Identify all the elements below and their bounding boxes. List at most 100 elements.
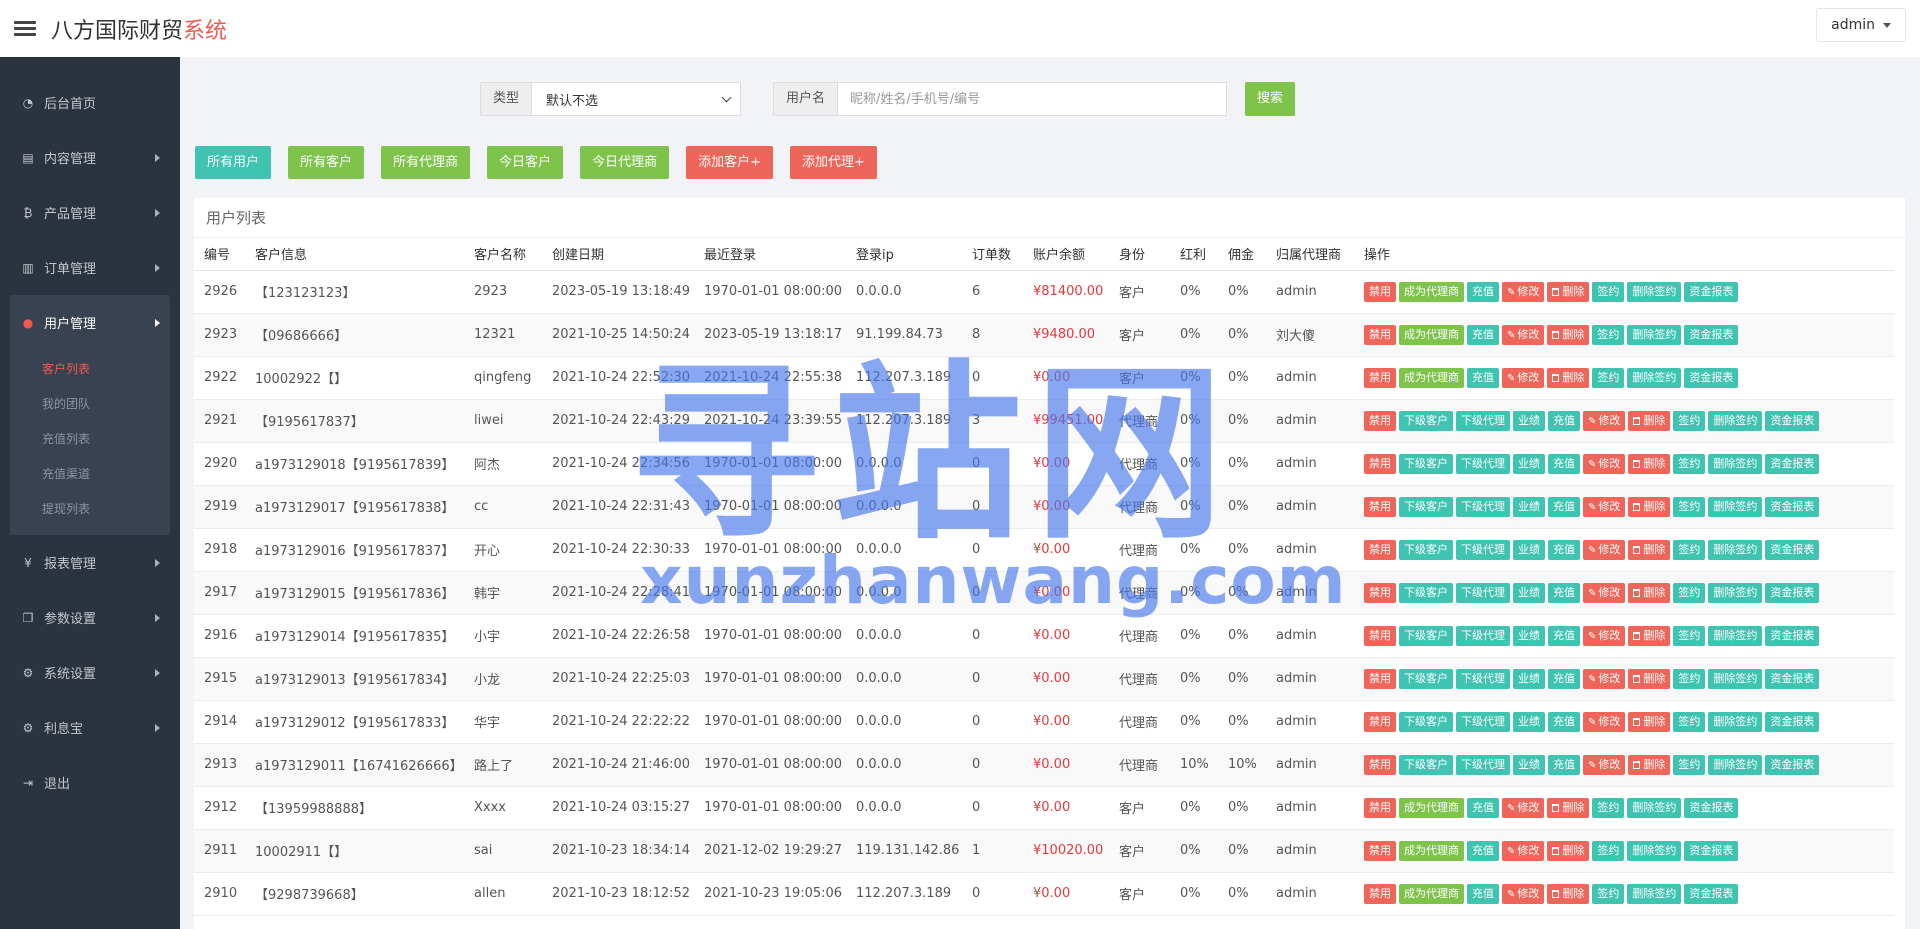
action-button[interactable]: 充值: [1548, 625, 1580, 646]
action-button[interactable]: 删除签约: [1627, 797, 1682, 818]
action-button[interactable]: 业绩: [1513, 496, 1545, 517]
tab-button-6[interactable]: 添加代理+: [789, 146, 877, 179]
action-button[interactable]: 下级代理: [1456, 582, 1510, 603]
sidebar-item-5[interactable]: ¥ 报表管理: [0, 535, 180, 590]
action-button[interactable]: 充值: [1467, 883, 1499, 904]
action-button[interactable]: ✎ 修改: [1502, 324, 1545, 345]
action-button[interactable]: 签约: [1592, 281, 1625, 302]
action-button[interactable]: 资金报表: [1684, 883, 1739, 904]
sidebar-item-4[interactable]: ● 用户管理: [10, 295, 170, 350]
action-button[interactable]: ✎ 修改: [1583, 539, 1626, 560]
action-button[interactable]: 删除: [1628, 539, 1671, 560]
action-button[interactable]: 签约: [1673, 668, 1706, 689]
action-button[interactable]: 充值: [1467, 840, 1499, 861]
tab-button-5[interactable]: 添加客户+: [686, 146, 773, 179]
action-button[interactable]: 成为代理商: [1399, 367, 1464, 388]
action-button[interactable]: ✎ 修改: [1583, 582, 1626, 603]
action-button[interactable]: 充值: [1548, 539, 1580, 560]
action-button[interactable]: 禁用: [1364, 797, 1396, 818]
action-button[interactable]: 下级代理: [1456, 496, 1510, 517]
action-button[interactable]: 删除: [1628, 410, 1671, 431]
action-button[interactable]: 删除: [1547, 797, 1590, 818]
search-button[interactable]: 搜索: [1245, 82, 1296, 116]
action-button[interactable]: 签约: [1673, 625, 1706, 646]
action-button[interactable]: 签约: [1673, 711, 1706, 732]
action-button[interactable]: 下级代理: [1456, 410, 1510, 431]
action-button[interactable]: 删除: [1547, 840, 1590, 861]
action-button[interactable]: 成为代理商: [1399, 840, 1464, 861]
action-button[interactable]: 业绩: [1513, 668, 1545, 689]
action-button[interactable]: 充值: [1548, 711, 1580, 732]
action-button[interactable]: 下级客户: [1399, 711, 1453, 732]
sidebar-item-9[interactable]: ⇥ 退出: [0, 755, 180, 810]
action-button[interactable]: 删除: [1628, 668, 1671, 689]
action-button[interactable]: 资金报表: [1765, 410, 1820, 431]
action-button[interactable]: 删除: [1628, 625, 1671, 646]
action-button[interactable]: 下级客户: [1399, 582, 1453, 603]
action-button[interactable]: 删除: [1628, 453, 1671, 474]
action-button[interactable]: 禁用: [1364, 668, 1396, 689]
action-button[interactable]: ✎ 修改: [1583, 453, 1626, 474]
sidebar-item-8[interactable]: ⚙ 利息宝: [0, 700, 180, 755]
action-button[interactable]: 下级代理: [1456, 668, 1510, 689]
action-button[interactable]: 禁用: [1364, 840, 1396, 861]
tab-button-0[interactable]: 所有用户: [195, 146, 272, 179]
action-button[interactable]: 删除签约: [1708, 625, 1763, 646]
action-button[interactable]: 签约: [1592, 367, 1625, 388]
action-button[interactable]: 签约: [1592, 840, 1625, 861]
sidebar-item-7[interactable]: ⚙ 系统设置: [0, 645, 180, 700]
action-button[interactable]: 签约: [1673, 539, 1706, 560]
action-button[interactable]: ✎ 修改: [1502, 883, 1545, 904]
action-button[interactable]: 下级客户: [1399, 539, 1453, 560]
hamburger-menu-icon[interactable]: [14, 18, 36, 39]
action-button[interactable]: 充值: [1467, 324, 1499, 345]
sidebar-item-0[interactable]: ◔ 后台首页: [0, 75, 180, 130]
action-button[interactable]: 删除签约: [1708, 582, 1763, 603]
sidebar-item-1[interactable]: ▤ 内容管理: [0, 130, 180, 185]
action-button[interactable]: 删除签约: [1708, 539, 1763, 560]
sidebar-item-6[interactable]: ❐ 参数设置: [0, 590, 180, 645]
action-button[interactable]: 充值: [1467, 367, 1499, 388]
action-button[interactable]: 下级客户: [1399, 668, 1453, 689]
action-button[interactable]: 禁用: [1364, 281, 1396, 302]
action-button[interactable]: 成为代理商: [1399, 797, 1464, 818]
action-button[interactable]: 充值: [1548, 754, 1580, 775]
username-search-input[interactable]: [837, 82, 1228, 116]
action-button[interactable]: ✎ 修改: [1583, 668, 1626, 689]
action-button[interactable]: 删除签约: [1627, 840, 1682, 861]
action-button[interactable]: ✎ 修改: [1502, 840, 1545, 861]
action-button[interactable]: 删除签约: [1708, 453, 1763, 474]
action-button[interactable]: 签约: [1592, 797, 1625, 818]
sidebar-item-3[interactable]: ▥ 订单管理: [0, 240, 180, 295]
action-button[interactable]: 资金报表: [1765, 539, 1820, 560]
action-button[interactable]: ✎ 修改: [1502, 797, 1545, 818]
action-button[interactable]: 业绩: [1513, 711, 1545, 732]
action-button[interactable]: 删除签约: [1708, 668, 1763, 689]
tab-button-4[interactable]: 今日代理商: [580, 146, 670, 179]
action-button[interactable]: 充值: [1548, 496, 1580, 517]
action-button[interactable]: 资金报表: [1765, 496, 1820, 517]
action-button[interactable]: 删除: [1547, 281, 1590, 302]
action-button[interactable]: 禁用: [1364, 582, 1396, 603]
action-button[interactable]: 禁用: [1364, 410, 1396, 431]
action-button[interactable]: 删除签约: [1627, 281, 1682, 302]
action-button[interactable]: ✎ 修改: [1583, 754, 1626, 775]
action-button[interactable]: ✎ 修改: [1583, 410, 1626, 431]
action-button[interactable]: 下级客户: [1399, 625, 1453, 646]
action-button[interactable]: ✎ 修改: [1583, 625, 1626, 646]
action-button[interactable]: 禁用: [1364, 539, 1396, 560]
submenu-item-3[interactable]: 充值渠道: [10, 457, 170, 492]
action-button[interactable]: 禁用: [1364, 625, 1396, 646]
action-button[interactable]: 下级代理: [1456, 711, 1510, 732]
action-button[interactable]: 充值: [1548, 668, 1580, 689]
action-button[interactable]: 删除签约: [1708, 410, 1763, 431]
action-button[interactable]: 禁用: [1364, 496, 1396, 517]
action-button[interactable]: 充值: [1548, 453, 1580, 474]
sidebar-item-2[interactable]: ₿ 产品管理: [0, 185, 180, 240]
action-button[interactable]: 充值: [1467, 281, 1499, 302]
action-button[interactable]: 删除签约: [1627, 883, 1682, 904]
action-button[interactable]: 下级代理: [1456, 453, 1510, 474]
action-button[interactable]: 下级客户: [1399, 453, 1453, 474]
action-button[interactable]: 下级代理: [1456, 539, 1510, 560]
action-button[interactable]: 删除签约: [1708, 496, 1763, 517]
